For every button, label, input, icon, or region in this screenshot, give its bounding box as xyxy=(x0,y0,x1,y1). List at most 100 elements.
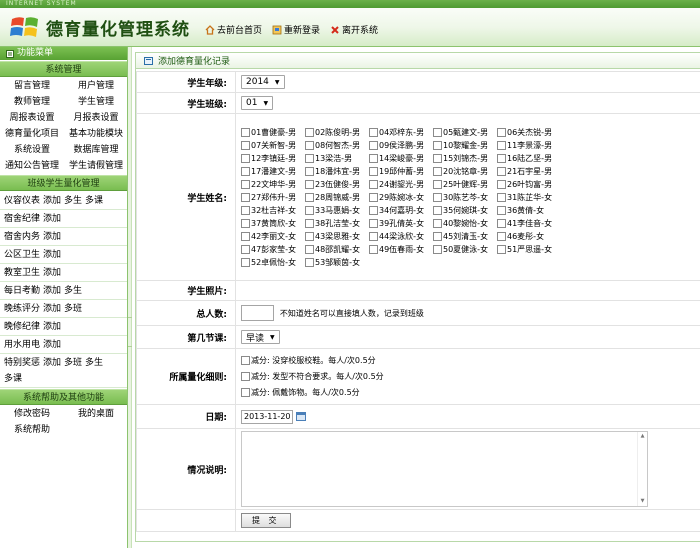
student-checkbox[interactable] xyxy=(369,140,378,150)
student-option[interactable]: 37黄筒欣-女 xyxy=(241,218,305,229)
period-select[interactable]: 早读 ▼ xyxy=(241,330,280,344)
sidebar-item-evening-practice[interactable]: 晚练评分 xyxy=(4,304,40,314)
student-option[interactable]: 26叶钧富-男 xyxy=(497,179,561,190)
sidebar-item-attendance[interactable]: 每日考勤 xyxy=(4,286,40,296)
student-checkbox[interactable] xyxy=(369,153,378,163)
student-checkbox[interactable] xyxy=(497,244,506,254)
dorm-affairs-add-link[interactable]: 添加 xyxy=(43,232,61,242)
special-rewards-multi-student-link[interactable]: 多生 xyxy=(85,358,103,368)
scroll-down-icon[interactable]: ▼ xyxy=(638,497,647,506)
student-option[interactable]: 42李丽文-女 xyxy=(241,231,305,242)
student-option[interactable]: 04邓梓东-男 xyxy=(369,127,433,138)
student-checkbox[interactable] xyxy=(369,192,378,202)
student-checkbox[interactable] xyxy=(433,166,442,176)
student-option[interactable]: 38孔洁莹-女 xyxy=(305,218,369,229)
submit-button[interactable]: 提 交 xyxy=(241,513,291,528)
student-checkbox[interactable] xyxy=(305,153,314,163)
student-option[interactable]: 47彭家莹-女 xyxy=(241,244,305,255)
student-checkbox[interactable] xyxy=(433,153,442,163)
sidebar-item-message-mgmt[interactable]: 留言管理 xyxy=(0,78,64,94)
student-checkbox[interactable] xyxy=(305,127,314,137)
student-option[interactable]: 14梁峻豪-男 xyxy=(369,153,433,164)
section-class-management[interactable]: 班级学生量化管理 xyxy=(0,175,127,191)
student-option[interactable]: 09侯泽鹏-男 xyxy=(369,140,433,151)
student-checkbox[interactable] xyxy=(305,218,314,228)
sidebar-item-student-mgmt[interactable]: 学生管理 xyxy=(64,94,128,110)
student-option[interactable]: 10黎耀金-男 xyxy=(433,140,497,151)
description-textarea[interactable]: ▲ ▼ xyxy=(241,431,648,507)
student-option[interactable]: 32杜吉祥-女 xyxy=(241,205,305,216)
student-checkbox[interactable] xyxy=(433,205,442,215)
student-option[interactable]: 21石宇星-男 xyxy=(497,166,561,177)
student-checkbox[interactable] xyxy=(369,127,378,137)
sidebar-item-help[interactable]: 系统帮助 xyxy=(0,422,64,438)
special-rewards-add-link[interactable]: 添加 xyxy=(43,358,61,368)
student-option[interactable]: 40黎婉怡-女 xyxy=(433,218,497,229)
student-checkbox[interactable] xyxy=(497,140,506,150)
evening-study-add-link[interactable]: 添加 xyxy=(43,322,61,332)
student-option[interactable]: 44梁泳欣-女 xyxy=(369,231,433,242)
student-option[interactable]: 20沈铭章-男 xyxy=(433,166,497,177)
attendance-multi-student-link[interactable]: 多生 xyxy=(64,286,82,296)
student-option[interactable]: 45刘清玉-女 xyxy=(433,231,497,242)
student-checkbox[interactable] xyxy=(497,218,506,228)
sidebar-item-dorm-discipline[interactable]: 宿舍纪律 xyxy=(4,214,40,224)
evening-practice-add-link[interactable]: 添加 xyxy=(43,304,61,314)
sidebar-item-utilities[interactable]: 用水用电 xyxy=(4,340,40,350)
student-option[interactable]: 07关新智-男 xyxy=(241,140,305,151)
student-option[interactable]: 41李佳音-女 xyxy=(497,218,561,229)
student-option[interactable]: 08何智杰-男 xyxy=(305,140,369,151)
special-rewards-multi-class-link[interactable]: 多班 xyxy=(64,358,82,368)
student-checkbox[interactable] xyxy=(241,192,250,202)
calendar-icon[interactable] xyxy=(296,412,306,421)
sidebar-item-teacher-mgmt[interactable]: 教师管理 xyxy=(0,94,64,110)
student-checkbox[interactable] xyxy=(241,127,250,137)
utilities-add-link[interactable]: 添加 xyxy=(43,340,61,350)
student-checkbox[interactable] xyxy=(369,231,378,241)
student-option[interactable]: 16陆乙坚-男 xyxy=(497,153,561,164)
date-input[interactable]: 2013-11-20 xyxy=(241,409,293,424)
student-option[interactable]: 51严思遥-女 xyxy=(497,244,561,255)
home-link[interactable]: 去前台首页 xyxy=(205,23,262,36)
logout-link[interactable]: 离开系统 xyxy=(330,23,378,36)
sidebar-item-my-desktop[interactable]: 我的桌面 xyxy=(64,406,128,422)
student-checkbox[interactable] xyxy=(369,218,378,228)
student-checkbox[interactable] xyxy=(241,205,250,215)
sidebar-item-change-password[interactable]: 修改密码 xyxy=(0,406,64,422)
class-select[interactable]: 01 ▼ xyxy=(241,96,274,110)
student-option[interactable]: 27郑伟升-男 xyxy=(241,192,305,203)
student-option[interactable]: 52卓佩怡-女 xyxy=(241,257,305,268)
student-option[interactable]: 18潘炜宜-男 xyxy=(305,166,369,177)
sidebar-item-weekly-report[interactable]: 周报表设置 xyxy=(0,110,64,126)
student-checkbox[interactable] xyxy=(305,140,314,150)
student-checkbox[interactable] xyxy=(241,244,250,254)
student-option[interactable]: 06关杰锐-男 xyxy=(497,127,561,138)
student-option[interactable]: 36黄倩-女 xyxy=(497,205,561,216)
student-option[interactable]: 17潘建文-男 xyxy=(241,166,305,177)
student-option[interactable]: 12李镇廷-男 xyxy=(241,153,305,164)
student-option[interactable]: 05甄建文-男 xyxy=(433,127,497,138)
special-rewards-multi-lesson-link[interactable]: 多课 xyxy=(4,374,22,384)
student-checkbox[interactable] xyxy=(241,140,250,150)
student-checkbox[interactable] xyxy=(305,192,314,202)
student-option[interactable]: 29陈婉冰-女 xyxy=(369,192,433,203)
student-option[interactable]: 23伍健俊-男 xyxy=(305,179,369,190)
student-option[interactable]: 46麦彤-女 xyxy=(497,231,561,242)
relogin-link[interactable]: 重新登录 xyxy=(272,23,320,36)
student-checkbox[interactable] xyxy=(433,192,442,202)
student-checkbox[interactable] xyxy=(433,140,442,150)
student-checkbox[interactable] xyxy=(305,179,314,189)
student-checkbox[interactable] xyxy=(369,244,378,254)
sidebar-item-classroom-hygiene[interactable]: 教室卫生 xyxy=(4,268,40,278)
student-option[interactable]: 25叶健辉-男 xyxy=(433,179,497,190)
student-option[interactable]: 02陈俊明-男 xyxy=(305,127,369,138)
student-checkbox[interactable] xyxy=(241,231,250,241)
appearance-add-link[interactable]: 添加 xyxy=(43,196,61,206)
count-input[interactable] xyxy=(241,305,274,321)
sidebar-item-special-rewards[interactable]: 特别奖惩 xyxy=(4,358,40,368)
evening-practice-multi-class-link[interactable]: 多班 xyxy=(64,304,82,314)
student-checkbox[interactable] xyxy=(497,205,506,215)
student-checkbox[interactable] xyxy=(305,231,314,241)
student-checkbox[interactable] xyxy=(241,257,250,267)
student-option[interactable]: 33马惠娟-女 xyxy=(305,205,369,216)
